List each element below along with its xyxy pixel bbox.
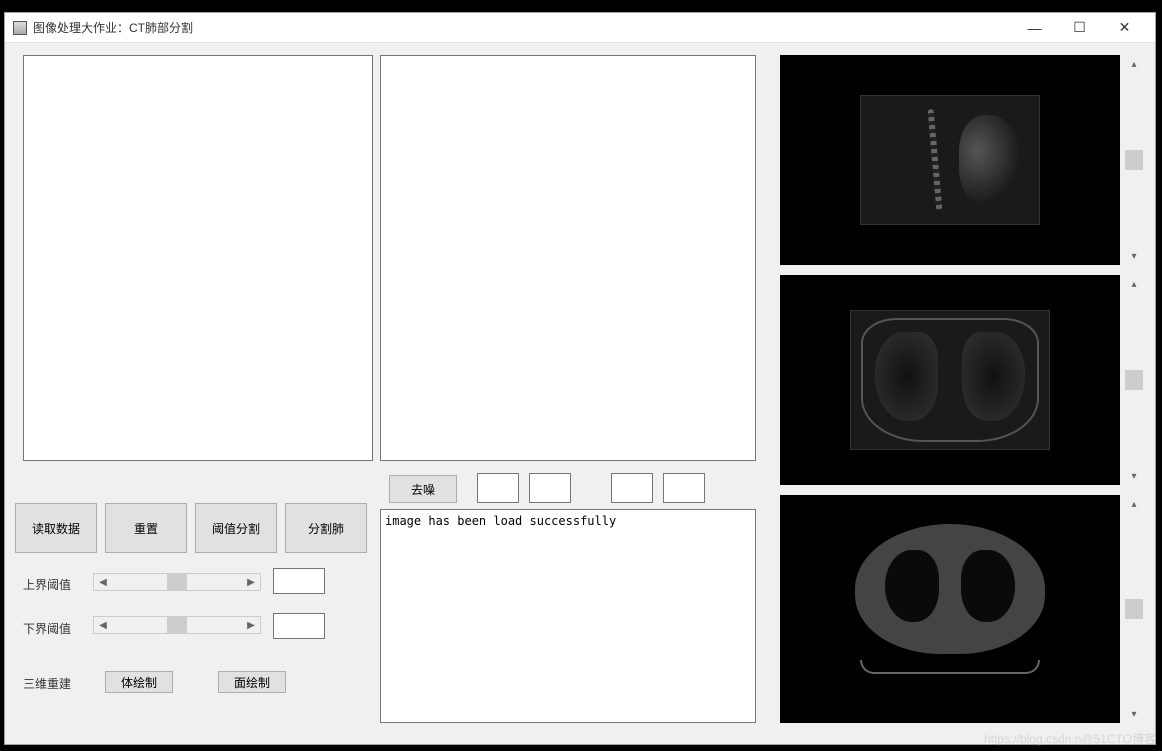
surface-render-button[interactable]: 面绘制 [218,671,286,693]
image-panel-middle [380,55,756,461]
image-panel-left [23,55,373,461]
upper-threshold-slider[interactable]: ◀ ▶ [93,573,261,591]
ct-coronal-image [850,310,1050,450]
maximize-button[interactable]: ☐ [1057,14,1102,42]
app-icon [13,21,27,35]
load-data-button[interactable]: 读取数据 [15,503,97,553]
scroll-down-icon[interactable]: ▾ [1125,467,1143,485]
titlebar: 图像处理大作业：CT肺部分割 — ☐ ✕ [5,13,1155,43]
slider-right-arrow-icon[interactable]: ▶ [242,617,260,633]
axial-viewer [780,495,1120,723]
sagittal-viewer [780,55,1120,265]
minimize-button[interactable]: — [1012,14,1057,42]
slider-thumb[interactable] [167,617,187,633]
upper-threshold-label: 上界阈值 [23,576,71,593]
content-area: 去噪 读取数据 重置 阈值分割 分割肺 image has been load … [5,43,1155,744]
upper-threshold-input[interactable] [273,568,325,594]
param-box-1[interactable] [477,473,519,503]
app-window: 图像处理大作业：CT肺部分割 — ☐ ✕ 去噪 读取数据 重置 阈值分割 分割肺… [4,12,1156,745]
scroll-thumb[interactable] [1125,370,1143,390]
segment-lung-button[interactable]: 分割肺 [285,503,367,553]
ct-sagittal-image [860,95,1040,225]
slider-left-arrow-icon[interactable]: ◀ [94,617,112,633]
denoise-button[interactable]: 去噪 [389,475,457,503]
slider-right-arrow-icon[interactable]: ▶ [242,574,260,590]
ct-axial-image [850,524,1050,694]
close-button[interactable]: ✕ [1102,14,1147,42]
log-output: image has been load successfully [380,509,756,723]
scroll-up-icon[interactable]: ▴ [1125,495,1143,513]
watermark: https://blog.csdn.n@51CTO博客 [984,730,1156,747]
param-box-3[interactable] [611,473,653,503]
param-box-4[interactable] [663,473,705,503]
coronal-scrollbar[interactable]: ▴ ▾ [1125,275,1143,485]
scroll-up-icon[interactable]: ▴ [1125,275,1143,293]
lower-threshold-input[interactable] [273,613,325,639]
sagittal-scrollbar[interactable]: ▴ ▾ [1125,55,1143,265]
scroll-down-icon[interactable]: ▾ [1125,247,1143,265]
axial-scrollbar[interactable]: ▴ ▾ [1125,495,1143,723]
lower-threshold-slider[interactable]: ◀ ▶ [93,616,261,634]
lower-threshold-label: 下界阈值 [23,620,71,637]
param-box-2[interactable] [529,473,571,503]
scroll-down-icon[interactable]: ▾ [1125,705,1143,723]
reconstruct-3d-label: 三维重建 [23,675,71,692]
scroll-up-icon[interactable]: ▴ [1125,55,1143,73]
coronal-viewer [780,275,1120,485]
window-title: 图像处理大作业：CT肺部分割 [33,19,1012,36]
scroll-thumb[interactable] [1125,599,1143,619]
slider-left-arrow-icon[interactable]: ◀ [94,574,112,590]
reset-button[interactable]: 重置 [105,503,187,553]
volume-render-button[interactable]: 体绘制 [105,671,173,693]
log-line: image has been load successfully [385,514,616,528]
scroll-thumb[interactable] [1125,150,1143,170]
threshold-button[interactable]: 阈值分割 [195,503,277,553]
slider-thumb[interactable] [167,574,187,590]
